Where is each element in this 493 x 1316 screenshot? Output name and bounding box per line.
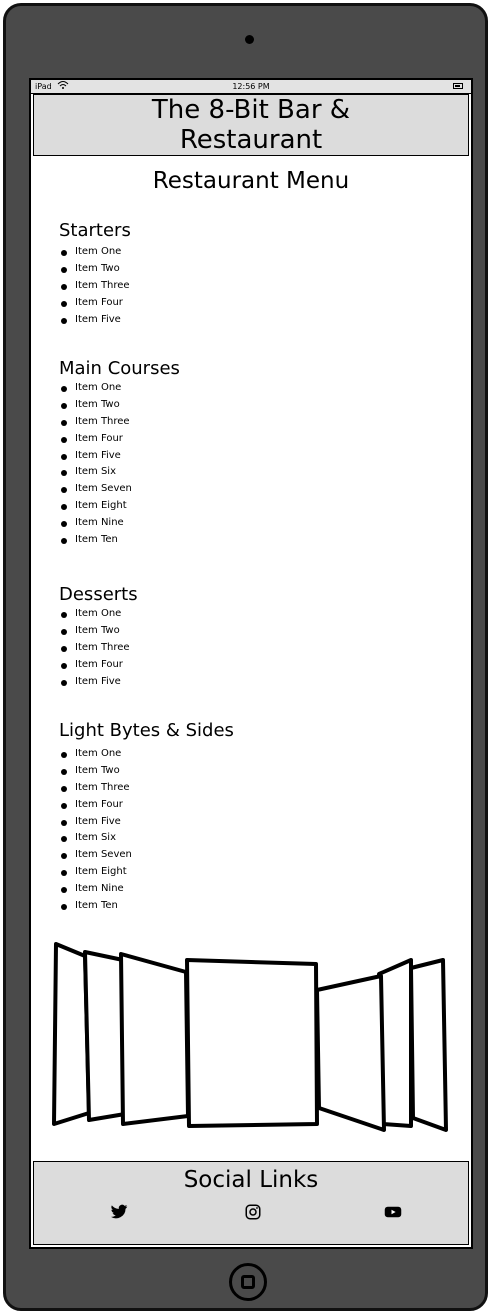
list-item: Item Two [59, 261, 130, 278]
carousel-sketch [52, 942, 448, 1132]
list-item: Item Seven [59, 847, 132, 864]
list-item: Item Three [59, 780, 132, 797]
list-item: Item Two [59, 397, 132, 414]
list-item: Item Four [59, 295, 130, 312]
list-item: Item Two [59, 763, 132, 780]
clock: 12:56 PM [232, 82, 270, 91]
starters-list: Item One Item Two Item Three Item Four I… [59, 244, 130, 328]
page-title: Restaurant Menu [152, 168, 350, 194]
home-button[interactable] [229, 1263, 267, 1301]
battery-icon [453, 83, 463, 89]
header-title-line2: Restaurant [179, 125, 323, 155]
youtube-icon[interactable] [384, 1203, 402, 1221]
main-courses-list: Item One Item Two Item Three Item Four I… [59, 380, 132, 549]
status-bar: iPad 12:56 PM [31, 80, 471, 94]
site-header: The 8-Bit Bar & Restaurant [33, 94, 469, 156]
list-item: Item Eight [59, 864, 132, 881]
list-item: Item Two [59, 623, 130, 640]
home-button-square-icon [241, 1275, 255, 1289]
list-item: Item Four [59, 431, 132, 448]
list-item: Item Five [59, 814, 132, 831]
ipad-frame: iPad 12:56 PM The 8-Bit Bar & Restaurant… [3, 3, 488, 1311]
section-title-light-bytes: Light Bytes & Sides [59, 720, 234, 741]
list-item: Item Nine [59, 515, 132, 532]
list-item: Item Four [59, 657, 130, 674]
list-item: Item Seven [59, 481, 132, 498]
light-bytes-list: Item One Item Two Item Three Item Four I… [59, 746, 132, 915]
list-item: Item Three [59, 640, 130, 657]
desserts-list: Item One Item Two Item Three Item Four I… [59, 606, 130, 690]
list-item: Item Ten [59, 532, 132, 549]
twitter-icon[interactable] [110, 1203, 128, 1221]
section-title-main-courses: Main Courses [59, 358, 180, 379]
instagram-icon[interactable] [244, 1203, 262, 1221]
list-item: Item Five [59, 448, 132, 465]
section-title-desserts: Desserts [59, 584, 138, 605]
section-title-starters: Starters [59, 220, 131, 241]
header-title-line1: The 8-Bit Bar & [151, 95, 351, 125]
footer-title: Social Links [183, 1167, 319, 1193]
list-item: Item One [59, 746, 132, 763]
image-carousel[interactable] [51, 938, 451, 1138]
list-item: Item Ten [59, 898, 132, 915]
list-item: Item One [59, 244, 130, 261]
list-item: Item Three [59, 278, 130, 295]
list-item: Item Four [59, 797, 132, 814]
screen: iPad 12:56 PM The 8-Bit Bar & Restaurant… [29, 78, 473, 1249]
list-item: Item Six [59, 464, 132, 481]
list-item: Item Five [59, 312, 130, 329]
list-item: Item Three [59, 414, 132, 431]
list-item: Item One [59, 606, 130, 623]
list-item: Item Five [59, 674, 130, 691]
list-item: Item One [59, 380, 132, 397]
footer: Social Links [33, 1161, 469, 1245]
list-item: Item Nine [59, 881, 132, 898]
camera-dot [245, 35, 254, 44]
list-item: Item Six [59, 830, 132, 847]
list-item: Item Eight [59, 498, 132, 515]
